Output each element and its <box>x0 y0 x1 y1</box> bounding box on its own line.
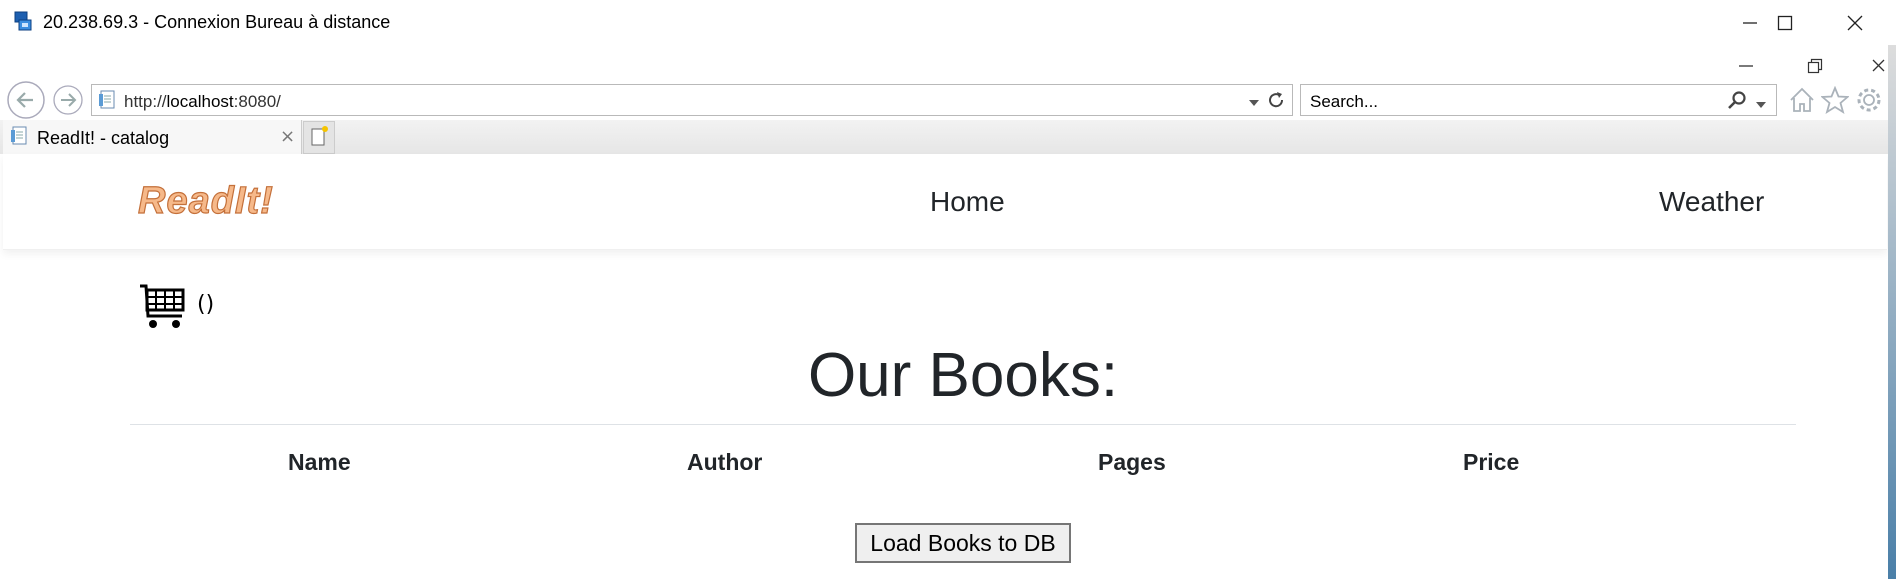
ie-restore-button[interactable] <box>1790 52 1840 80</box>
tab-label: ReadIt! - catalog <box>37 128 170 148</box>
column-header-pages: Pages <box>1098 449 1166 475</box>
divider <box>130 424 1796 425</box>
favorites-button[interactable] <box>1820 85 1850 118</box>
gear-icon <box>1857 88 1881 112</box>
remote-desktop-icon <box>13 10 35 32</box>
close-icon <box>1872 59 1885 72</box>
address-dropdown-button[interactable] <box>1248 94 1260 113</box>
nav-home-link[interactable]: Home <box>930 186 1005 218</box>
address-suffix: :8080/ <box>233 92 281 111</box>
close-icon <box>1847 15 1863 30</box>
settings-button[interactable] <box>1855 86 1883 118</box>
ie-minimize-button[interactable] <box>1721 52 1771 80</box>
shopping-cart-icon[interactable] <box>138 282 188 332</box>
window-title: 20.238.69.3 - Connexion Bureau à distanc… <box>43 12 391 32</box>
forward-button[interactable] <box>52 84 84 116</box>
refresh-icon <box>1269 92 1284 108</box>
cart-count: () <box>197 292 215 317</box>
search-dropdown-button[interactable] <box>1755 95 1767 114</box>
back-arrow-icon <box>7 81 45 119</box>
page-icon <box>98 90 118 110</box>
home-icon <box>1790 87 1814 112</box>
column-header-author: Author <box>687 449 763 475</box>
refresh-button[interactable] <box>1266 90 1286 114</box>
restore-icon <box>1807 58 1823 74</box>
chevron-down-icon <box>1756 102 1766 108</box>
back-button[interactable] <box>6 80 46 120</box>
forward-arrow-icon <box>53 85 83 115</box>
page-title: Our Books: <box>807 341 1119 410</box>
search-icon <box>1728 91 1746 109</box>
address-prefix: http:// <box>124 92 167 111</box>
search-button[interactable] <box>1727 90 1749 114</box>
address-host: localhost <box>166 92 234 111</box>
desktop-edge <box>1888 45 1896 579</box>
home-button[interactable] <box>1788 86 1816 118</box>
search-placeholder: Search... <box>1310 92 1379 111</box>
nav-weather-link[interactable]: Weather <box>1659 186 1764 218</box>
brand-logo[interactable]: ReadIt! <box>137 179 274 223</box>
chevron-down-icon <box>1249 100 1259 106</box>
maximize-icon <box>1777 15 1793 30</box>
tab-close-button[interactable]: × <box>280 126 295 147</box>
close-button[interactable] <box>1820 0 1890 45</box>
new-tab-icon <box>311 126 328 146</box>
new-tab-button[interactable] <box>303 121 335 154</box>
star-icon <box>1820 85 1850 114</box>
column-header-name: Name <box>288 449 351 475</box>
maximize-button[interactable] <box>1750 0 1820 45</box>
tab-page-icon <box>10 126 30 146</box>
column-header-price: Price <box>1463 449 1520 475</box>
load-books-button[interactable]: Load Books to DB <box>855 523 1071 563</box>
minimize-icon <box>1739 65 1753 67</box>
address-text[interactable]: http://localhost:8080/ <box>124 92 281 112</box>
